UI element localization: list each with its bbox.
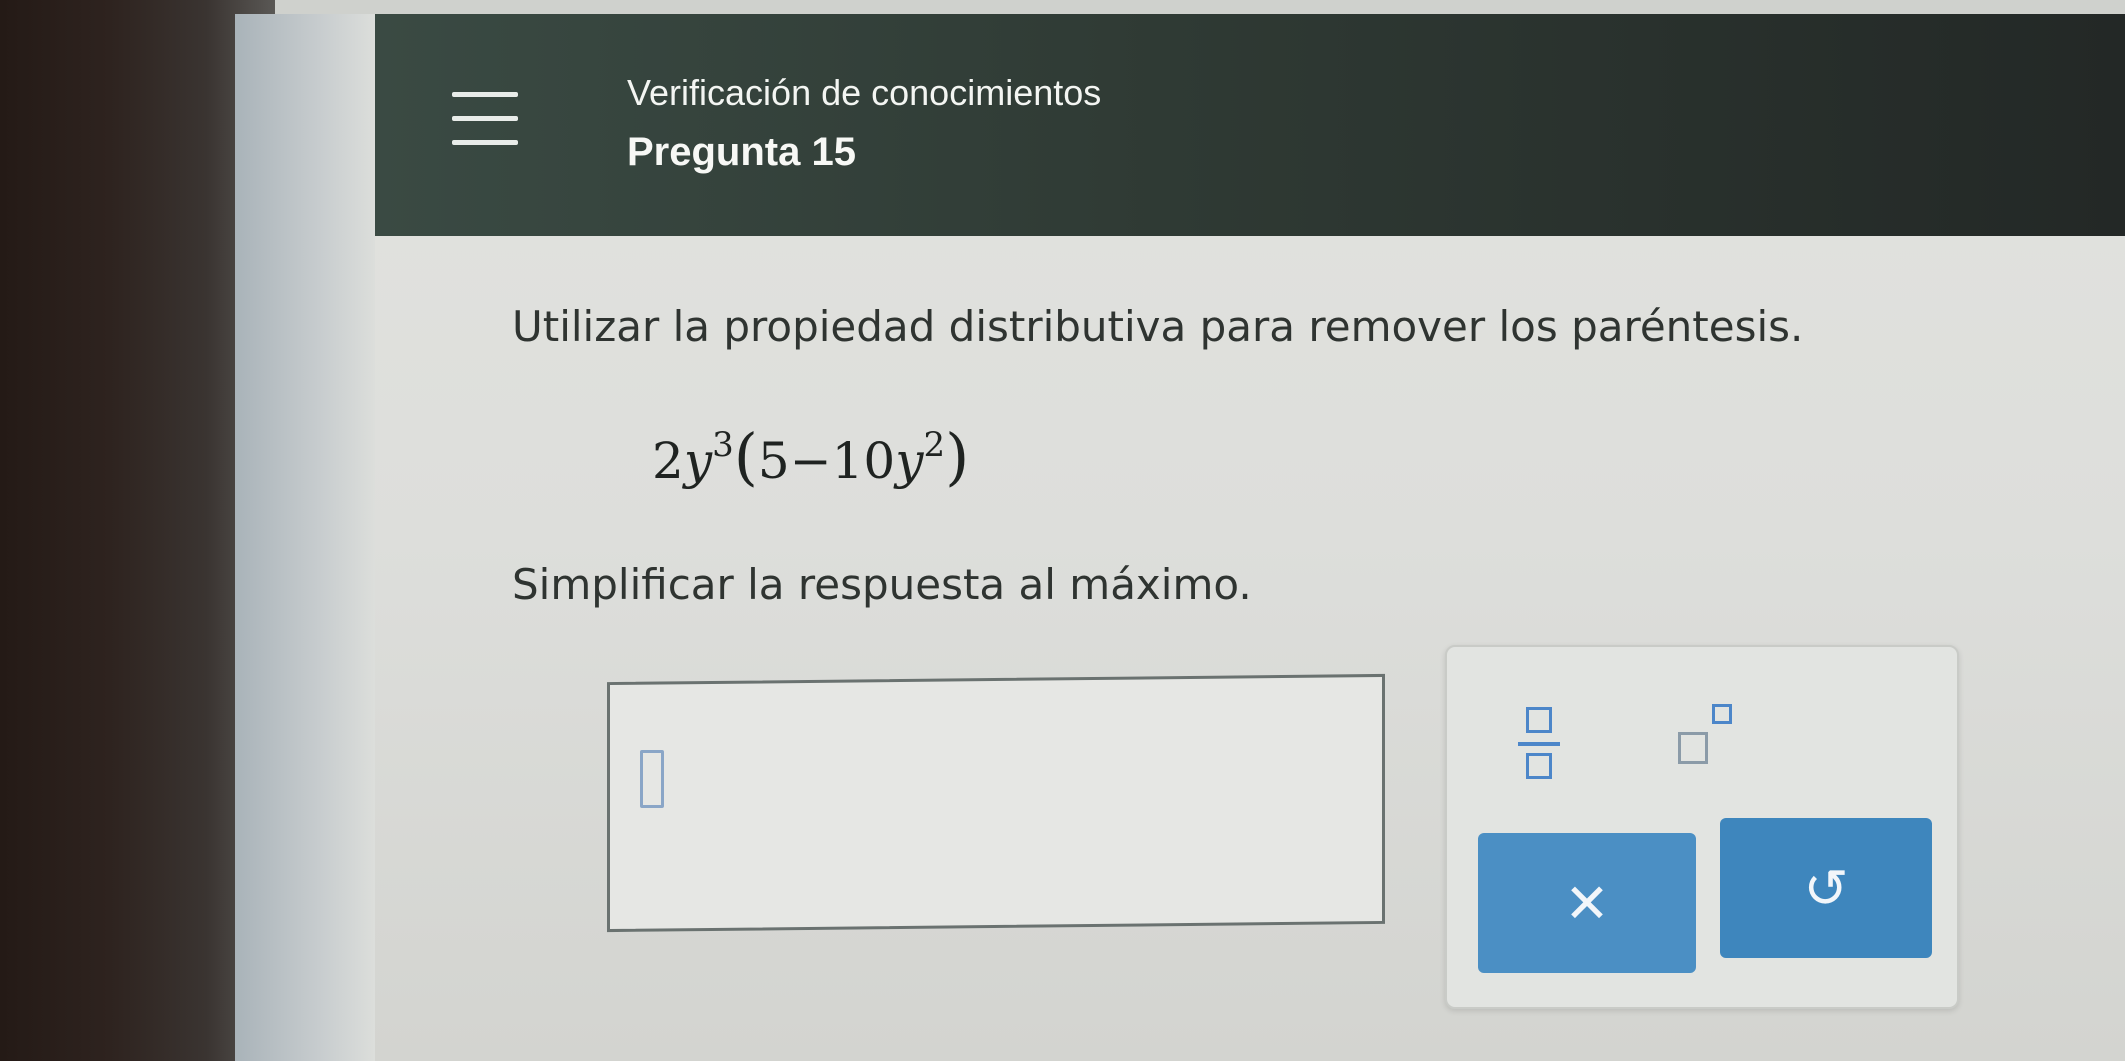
expr-const: 5 <box>757 432 790 490</box>
undo-icon: ↺ <box>1803 856 1849 920</box>
page-title: Verificación de conocimientos <box>627 72 1102 113</box>
page-header <box>375 14 2125 236</box>
exponent-icon <box>1678 732 1708 764</box>
math-expression: 2y3(5−10y2) <box>652 420 969 493</box>
expr-var1: y <box>683 432 713 490</box>
question-instruction: Utilizar la propiedad distributiva para … <box>512 302 1804 351</box>
close-icon: ✕ <box>1564 871 1610 935</box>
expr-coef: 2 <box>652 432 684 490</box>
expr-close-paren: ) <box>945 420 970 493</box>
clear-button[interactable]: ✕ <box>1478 833 1696 973</box>
expr-open-paren: ( <box>733 420 758 493</box>
text-cursor-icon <box>640 750 664 808</box>
expr-exp1: 3 <box>712 425 734 465</box>
expr-minus: − <box>789 432 832 490</box>
monitor-bezel-top <box>0 0 2125 14</box>
simplify-instruction: Simplificar la respuesta al máximo. <box>512 560 1252 609</box>
undo-button[interactable]: ↺ <box>1720 818 1932 958</box>
fraction-icon <box>1526 707 1552 733</box>
monitor-bezel-left <box>0 0 275 1061</box>
exponent-button[interactable] <box>1670 700 1740 770</box>
question-number: Pregunta 15 <box>627 130 856 174</box>
expr-var2: y <box>895 432 924 490</box>
expr-coef2: 10 <box>831 432 896 490</box>
left-margin-strip <box>235 14 375 1061</box>
hamburger-menu-icon[interactable] <box>452 92 518 148</box>
answer-input[interactable] <box>607 673 1385 933</box>
expr-exp2: 2 <box>923 425 946 465</box>
fraction-button[interactable] <box>1510 695 1570 790</box>
